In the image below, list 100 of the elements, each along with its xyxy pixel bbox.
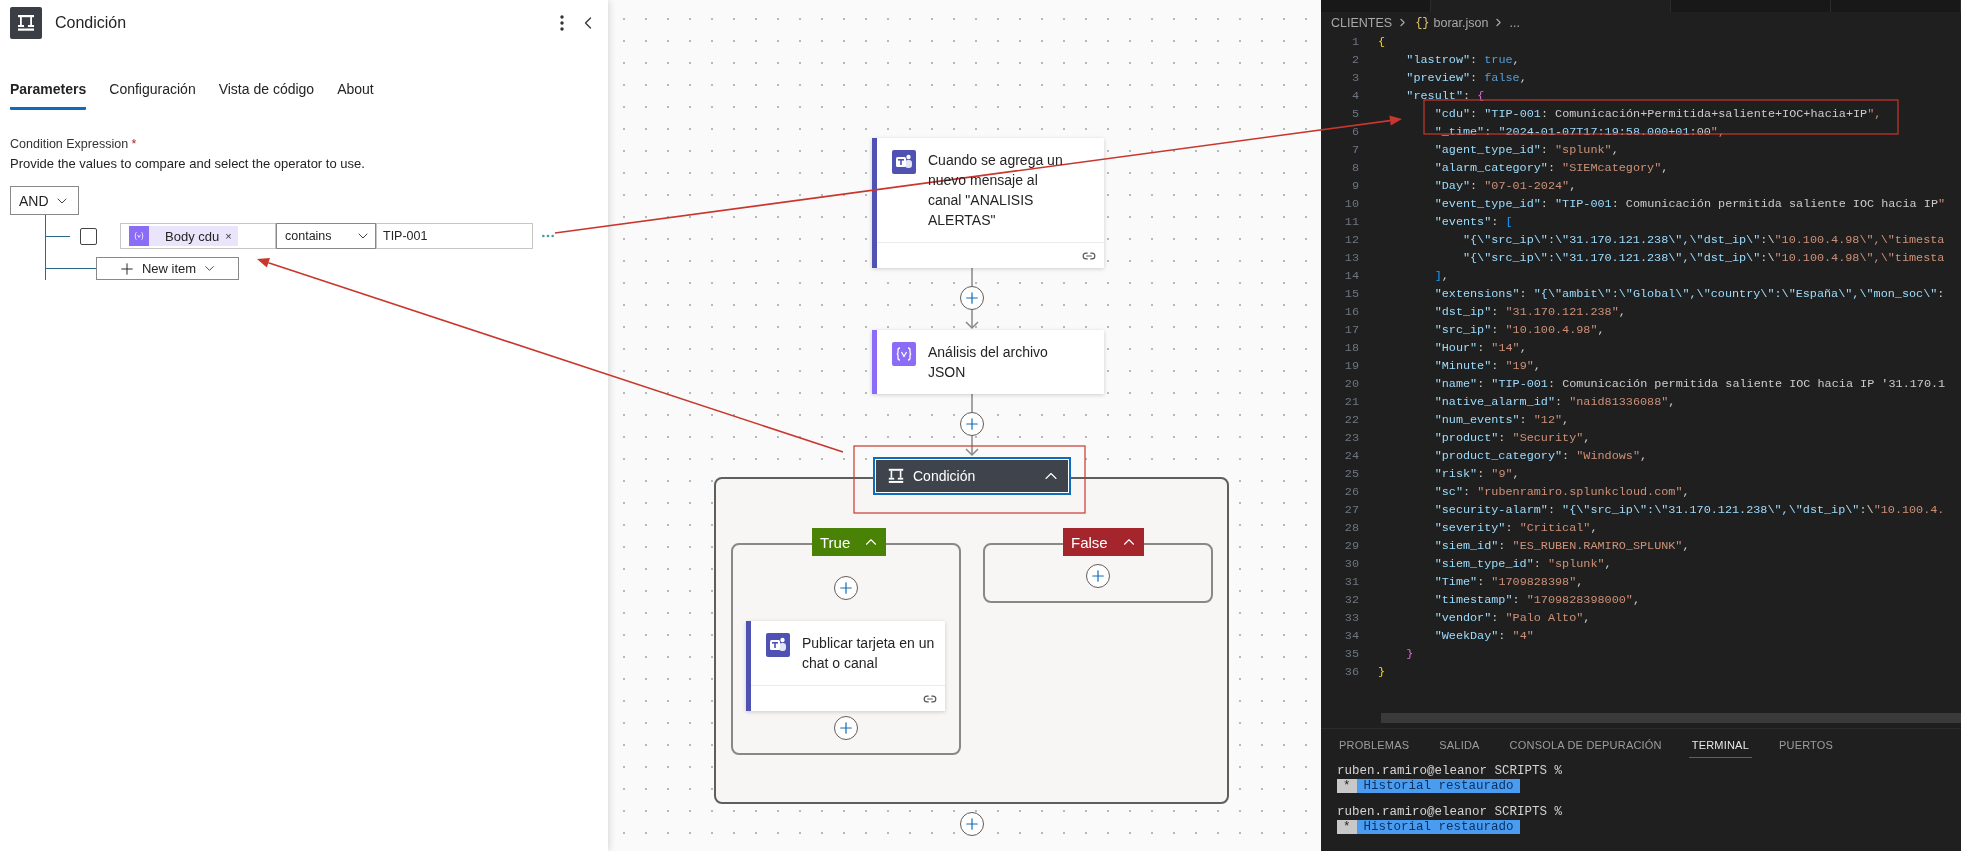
card-title: Publicar tarjeta en un chat o canal — [802, 634, 935, 673]
more-icon — [560, 15, 564, 31]
panel-tab[interactable]: Parameters — [10, 75, 87, 110]
line-number: 24 — [1343, 449, 1359, 463]
scrollbar[interactable] — [1381, 713, 1961, 723]
line-number: 16 — [1343, 305, 1359, 319]
team-chat-icon — [892, 150, 916, 174]
panel-tab[interactable]: Configuración — [109, 75, 196, 110]
code-line: "siem_id": "ES_RUBEN.RAMIRO_SPLUNK", — [1433, 539, 1690, 553]
line-number: 15 — [1343, 287, 1359, 301]
value-field[interactable]: TIP-001 — [376, 223, 533, 249]
code-line: "sc": "rubenramiro.splunkcloud.com", — [1433, 485, 1690, 499]
line-number: 23 — [1343, 431, 1359, 445]
terminal-notice: Historial restaurado — [1356, 779, 1520, 793]
line-number: 5 — [1350, 107, 1359, 121]
variable-icon — [892, 342, 916, 366]
row-checkbox[interactable] — [80, 227, 97, 245]
card-title: Análisis del archivo JSON — [928, 343, 1049, 382]
line-number: 20 — [1343, 377, 1359, 391]
field-description: Provide the values to compare and select the operator to use. — [10, 156, 366, 172]
code-line: "dst_ip": "31.170.121.238", — [1433, 305, 1626, 319]
line-number: 7 — [1350, 143, 1359, 157]
token-chip[interactable]: Body cdu × — [129, 226, 238, 246]
line-number: 36 — [1343, 665, 1359, 679]
add-step-button[interactable] — [960, 412, 984, 436]
branch-label[interactable]: False — [1063, 528, 1144, 556]
line-number: 29 — [1343, 539, 1359, 553]
code-line: "native_alarm_id": "naid81336088", — [1433, 395, 1676, 409]
line-number: 18 — [1343, 341, 1359, 355]
operator-dropdown[interactable]: contains — [276, 223, 376, 249]
variable-icon — [132, 229, 146, 243]
panel-title: Condición — [55, 14, 128, 32]
line-number: 11 — [1343, 215, 1359, 229]
breadcrumb-more[interactable]: ... — [1509, 15, 1520, 30]
line-number: 19 — [1343, 359, 1359, 373]
panel-tab[interactable]: Vista de código — [218, 75, 315, 110]
terminal-notice-mark: * — [1337, 779, 1357, 793]
line-number: 30 — [1343, 557, 1359, 571]
line-number: 1 — [1350, 35, 1359, 49]
code-line: "product_category": "Windows", — [1433, 449, 1648, 463]
panel-tab[interactable]: PROBLEMAS — [1336, 735, 1413, 758]
condition-header[interactable]: Condición — [873, 457, 1071, 495]
line-number: 27 — [1343, 503, 1359, 517]
code-line: "severity": "Critical", — [1433, 521, 1598, 535]
code-line: "agent_type_id": "splunk", — [1433, 143, 1619, 157]
line-number: 10 — [1343, 197, 1359, 211]
terminal-prompt: ruben.ramiro@eleanor SCRIPTS % — [1337, 805, 1564, 819]
plus-icon — [963, 289, 981, 307]
code-line: "Hour": "14", — [1433, 341, 1527, 355]
code-line: } — [1378, 665, 1386, 679]
line-number: 4 — [1350, 89, 1359, 103]
code-line: "lastrow": true, — [1405, 53, 1520, 67]
line-number: 22 — [1343, 413, 1359, 427]
breadcrumb-file[interactable]: borar.json — [1433, 15, 1489, 30]
plus-icon — [1089, 567, 1107, 585]
group-operator-dropdown[interactable]: AND — [10, 186, 79, 215]
action-card[interactable]: Publicar tarjeta en un chat o canal — [746, 621, 945, 711]
line-number: 32 — [1343, 593, 1359, 607]
code-line: "num_events": "12", — [1433, 413, 1570, 427]
terminal-prompt: ruben.ramiro@eleanor SCRIPTS % — [1337, 764, 1564, 778]
code-line: "event_type_id": "TIP-001: Comunicación permitida saliente IOC hacia IP" — [1433, 197, 1946, 211]
line-number: 13 — [1343, 251, 1359, 265]
line-number: 26 — [1343, 485, 1359, 499]
code-line: "WeekDay": "4" — [1433, 629, 1534, 643]
code-line: "preview": false, — [1405, 71, 1527, 85]
code-line: "result": { — [1405, 89, 1485, 103]
action-card[interactable]: Análisis del archivo JSON — [872, 330, 1104, 394]
new-item-button[interactable]: New item — [96, 257, 239, 280]
code-line: { — [1378, 35, 1386, 49]
code-line: ], — [1433, 269, 1449, 283]
line-number: 2 — [1350, 53, 1359, 67]
add-step-button[interactable] — [960, 286, 984, 310]
more-button[interactable] — [560, 15, 564, 31]
panel-tab[interactable]: TERMINAL — [1688, 735, 1752, 758]
code-line: "product": "Security", — [1433, 431, 1591, 445]
panel-tab[interactable]: PUERTOS — [1775, 735, 1837, 758]
code-line: "alarm_category": "SIEMcategory", — [1433, 161, 1669, 175]
add-step-button[interactable] — [960, 812, 984, 836]
code-line: "vendor": "Palo Alto", — [1433, 611, 1591, 625]
branch-label[interactable]: True — [812, 528, 887, 556]
remove-token-button[interactable]: × — [219, 230, 232, 242]
line-number: 21 — [1343, 395, 1359, 409]
team-chat-icon — [766, 633, 790, 657]
operand-field[interactable]: Body cdu × — [120, 223, 276, 249]
code-line: "{\"src_ip\":\"31.170.121.238\",\"dst_ip\":\"10.100.4.98\",\"timesta — [1461, 233, 1945, 247]
panel-tab[interactable]: CONSOLA DE DEPURACIÓN — [1506, 735, 1665, 758]
panel-tab[interactable]: SALIDA — [1436, 735, 1483, 758]
breadcrumb-folder[interactable]: CLIENTES — [1331, 15, 1393, 30]
condition-icon — [887, 467, 905, 485]
line-number: 6 — [1350, 125, 1359, 139]
terminal-notice: Historial restaurado — [1356, 820, 1520, 834]
terminal-notice-mark: * — [1337, 820, 1357, 834]
line-number: 3 — [1350, 71, 1359, 85]
line-number: 25 — [1343, 467, 1359, 481]
field-label: Condition Expression * — [10, 136, 138, 152]
code-line: "Time": "1709828398", — [1433, 575, 1584, 589]
panel-tab[interactable]: About — [337, 75, 374, 110]
file-type-glyph: {} — [1415, 15, 1430, 30]
code-line: "events": [ — [1433, 215, 1513, 229]
code-line: "src_ip": "10.100.4.98", — [1433, 323, 1605, 337]
